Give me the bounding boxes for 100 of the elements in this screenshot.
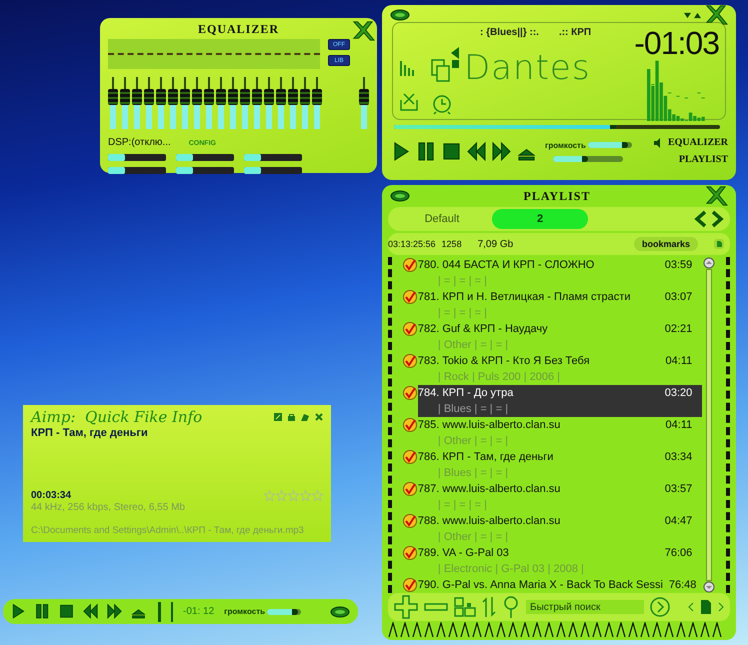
search-field[interactable]: Быстрый поиск — [526, 600, 644, 614]
envelope-x-icon[interactable] — [399, 93, 419, 111]
sort-arrows-icon[interactable] — [482, 596, 496, 618]
eq-band-slider[interactable] — [252, 77, 262, 129]
playlist-item[interactable]: 789. VA - G-Pal 03 76:06 | Electronic | G-Pal 03 | 2008 | — [418, 545, 702, 577]
document-icon[interactable] — [714, 239, 724, 249]
eq-band-thumb[interactable] — [132, 88, 142, 105]
eq-band-thumb[interactable] — [216, 88, 226, 105]
equalizer-link[interactable]: EQUALIZER — [668, 137, 728, 148]
effect-slider[interactable] — [176, 154, 234, 161]
alarm-clock-icon[interactable] — [431, 93, 453, 115]
eq-band-slider[interactable] — [276, 77, 286, 129]
effect-slider[interactable] — [108, 167, 166, 174]
scroll-up-icon[interactable] — [703, 257, 716, 269]
star-icon[interactable] — [288, 490, 299, 501]
position-handle[interactable] — [171, 602, 173, 622]
eq-band-slider[interactable] — [228, 77, 238, 129]
check-icon[interactable] — [402, 417, 418, 433]
check-icon[interactable] — [402, 353, 418, 369]
eq-band-thumb[interactable] — [252, 88, 262, 105]
divider-handle[interactable] — [158, 602, 161, 622]
eq-band-thumb[interactable] — [276, 88, 286, 105]
playlist-item[interactable]: 782. Guf & КРП - Наудачу 02:21 | Other | = | = | — [418, 321, 702, 353]
next-button[interactable] — [107, 603, 122, 620]
previous-button[interactable] — [83, 603, 98, 620]
effect-slider[interactable] — [176, 167, 234, 174]
copy-icon[interactable] — [431, 59, 451, 83]
playlist-item[interactable]: 790. G-Pal vs. Anna Maria X - Back To Back Sessi 76:48 — [418, 577, 702, 593]
eq-band-slider[interactable] — [288, 77, 298, 129]
eq-band-thumb[interactable] — [120, 88, 130, 105]
star-icon[interactable] — [276, 490, 287, 501]
minus-icon[interactable] — [424, 603, 448, 611]
oval-button-icon[interactable] — [390, 190, 410, 202]
eq-band-thumb[interactable] — [359, 88, 369, 105]
pin-icon[interactable] — [502, 596, 520, 618]
eq-band-slider[interactable] — [312, 77, 322, 129]
eq-band-thumb[interactable] — [312, 88, 322, 105]
playlist-item[interactable]: 786. КРП - Там, где деньги 03:34 | Blues | = | = | — [418, 449, 702, 481]
oval-button-icon[interactable] — [330, 606, 350, 618]
check-icon[interactable] — [402, 289, 418, 305]
eq-band-thumb[interactable] — [264, 88, 274, 105]
preamp-slider[interactable] — [359, 77, 369, 129]
eq-band-slider[interactable] — [192, 77, 202, 129]
stop-button[interactable] — [59, 603, 74, 620]
scrollbar[interactable] — [702, 257, 716, 593]
lock-icon[interactable] — [288, 413, 295, 421]
check-icon[interactable] — [402, 321, 418, 337]
close-icon[interactable] — [704, 4, 728, 26]
check-icon[interactable] — [402, 513, 418, 529]
playlist-item[interactable]: 780. 044 БАСТА И КРП - СЛОЖНО 03:59 | = | = | = | — [418, 257, 702, 289]
eq-band-slider[interactable] — [180, 77, 190, 129]
previous-button[interactable] — [467, 140, 486, 162]
effect-slider[interactable] — [244, 154, 302, 161]
eq-band-slider[interactable] — [120, 77, 130, 129]
close-icon[interactable] — [704, 185, 728, 207]
eq-band-thumb[interactable] — [144, 88, 154, 105]
stop-button[interactable] — [442, 140, 461, 162]
go-circle-icon[interactable] — [650, 597, 670, 617]
pause-button[interactable] — [35, 603, 50, 620]
pause-button[interactable] — [417, 140, 436, 162]
minimize-icon[interactable] — [684, 12, 691, 18]
check-icon[interactable] — [402, 577, 418, 593]
eq-band-slider[interactable] — [204, 77, 214, 129]
play-button[interactable] — [11, 603, 26, 620]
eq-band-thumb[interactable] — [204, 88, 214, 105]
seek-slider[interactable] — [394, 125, 720, 129]
playlist-tab[interactable]: 2 — [492, 209, 588, 229]
playlist-item[interactable]: 784. КРП - До утра 03:20 | Blues | = | = | — [418, 385, 702, 417]
effect-slider[interactable] — [244, 167, 302, 174]
eq-band-slider[interactable] — [156, 77, 166, 129]
star-rating[interactable] — [264, 490, 323, 501]
eq-band-slider[interactable] — [300, 77, 310, 129]
eq-band-thumb[interactable] — [168, 88, 178, 105]
star-icon[interactable] — [312, 490, 323, 501]
playlist-item[interactable]: 781. КРП и Н. Ветлицкая - Пламя страсти 03:07 | = | = | = | — [418, 289, 702, 321]
eq-band-thumb[interactable] — [156, 88, 166, 105]
playlist-item[interactable]: 785. www.luis-alberto.clan.su 04:11 | Other | = | = | — [418, 417, 702, 449]
close-icon[interactable] — [351, 20, 375, 42]
playlist-tab[interactable]: Default — [394, 209, 490, 229]
eq-band-slider[interactable] — [168, 77, 178, 129]
speaker-icon[interactable] — [652, 138, 663, 148]
eq-band-slider[interactable] — [240, 77, 250, 129]
playlist-link[interactable]: PLAYLIST — [678, 154, 728, 165]
eq-band-thumb[interactable] — [240, 88, 250, 105]
eq-band-slider[interactable] — [108, 77, 118, 129]
edit-icon[interactable] — [274, 413, 282, 421]
eq-band-thumb[interactable] — [300, 88, 310, 105]
eq-band-thumb[interactable] — [228, 88, 238, 105]
check-icon[interactable] — [402, 545, 418, 561]
star-icon[interactable] — [300, 490, 311, 501]
left-arrow-icon[interactable] — [451, 47, 460, 69]
layout-icon[interactable] — [454, 597, 476, 617]
eq-band-slider[interactable] — [216, 77, 226, 129]
check-icon[interactable] — [402, 449, 418, 465]
chevron-right-icon[interactable] — [710, 210, 724, 228]
close-icon[interactable] — [315, 413, 323, 421]
eq-band-thumb[interactable] — [108, 88, 118, 105]
next-button[interactable] — [492, 140, 511, 162]
playlist-item[interactable]: 788. www.luis-alberto.clan.su 04:47 | Other | = | = | — [418, 513, 702, 545]
play-button[interactable] — [392, 140, 411, 162]
